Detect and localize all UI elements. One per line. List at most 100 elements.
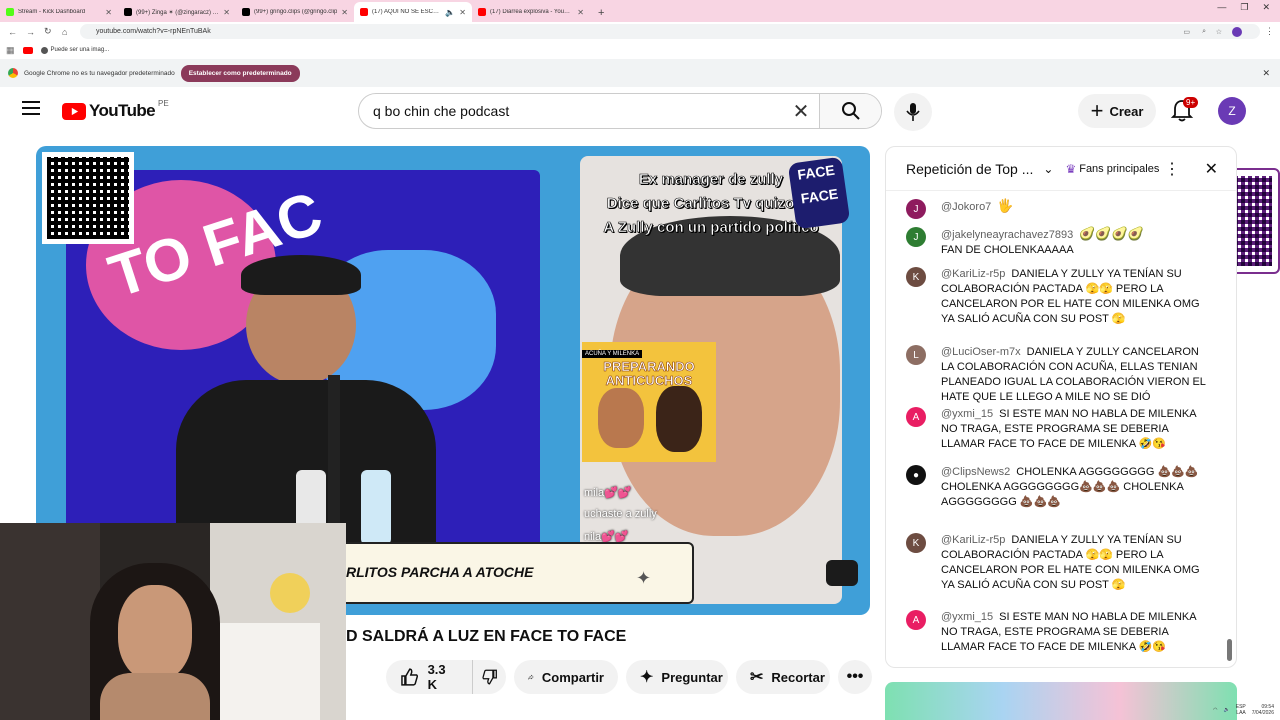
like-button[interactable]: 3.3 K bbox=[386, 660, 472, 694]
chat-avatar[interactable]: J bbox=[906, 227, 926, 247]
youtube-favicon-icon bbox=[360, 8, 368, 16]
browser-tab[interactable]: Stream - Kick Dashboard ✕ bbox=[0, 2, 118, 22]
youtube-favicon-icon bbox=[478, 8, 486, 16]
tab-title: (99+) Zinga ✶ (@zingaracz) | Ti bbox=[136, 9, 220, 16]
create-button[interactable]: + Crear bbox=[1078, 94, 1156, 128]
chat-message-body: @yxmi_15 SI ESTE MAN NO HABLA DE MILENKA … bbox=[941, 407, 1206, 452]
share-icon bbox=[528, 674, 534, 680]
bookmark-item[interactable]: Puede ser una imag... bbox=[40, 46, 109, 54]
chat-message: L @LuciOser-m7x DANIELA Y ZULLY CANCELARON… bbox=[906, 345, 1206, 405]
chat-author[interactable]: @KariLiz-r5p bbox=[941, 268, 1005, 280]
chat-avatar[interactable]: A bbox=[906, 610, 926, 630]
ask-button[interactable]: ✦ Preguntar bbox=[626, 660, 728, 694]
close-tab-icon[interactable]: ✕ bbox=[105, 8, 112, 17]
chat-author[interactable]: @KariLiz-r5p bbox=[941, 534, 1005, 546]
default-browser-infobar: Google Chrome no es tu navegador predete… bbox=[0, 59, 1280, 87]
share-button[interactable]: Compartir bbox=[514, 660, 618, 694]
tiktok-favicon-icon bbox=[124, 8, 132, 16]
chat-avatar[interactable]: ● bbox=[906, 465, 926, 485]
chat-message-body: @Jokoro7 🖐️ bbox=[941, 199, 1206, 215]
channel-watermark-icon bbox=[826, 560, 858, 586]
close-tab-icon[interactable]: ✕ bbox=[341, 8, 348, 17]
youtube-logo[interactable]: YouTube PE bbox=[62, 99, 169, 121]
chat-author[interactable]: @yxmi_15 bbox=[941, 611, 993, 623]
search-button[interactable] bbox=[819, 94, 881, 128]
clear-search-icon[interactable]: ✕ bbox=[783, 99, 819, 124]
speaker-icon[interactable]: 🔈 bbox=[445, 8, 455, 17]
chat-menu-icon[interactable]: ⋮ bbox=[1164, 159, 1180, 179]
browser-tab-active[interactable]: (17) AQUÍ NO SE ESCAPA N 🔈 ✕ bbox=[354, 2, 472, 22]
address-bar[interactable]: youtube.com/watch?v=-rpNEnTuBAk ▭ ⌕ ☆ bbox=[80, 24, 1260, 39]
search-box[interactable]: q bo chin che podcast ✕ bbox=[358, 93, 882, 129]
chat-avatar[interactable]: K bbox=[906, 533, 926, 553]
chat-avatar[interactable]: K bbox=[906, 267, 926, 287]
voice-search-button[interactable] bbox=[894, 93, 932, 131]
close-tab-icon[interactable]: ✕ bbox=[577, 8, 584, 17]
search-icon bbox=[841, 102, 860, 120]
close-chat-icon[interactable]: ✕ bbox=[1205, 159, 1218, 179]
chevron-down-icon[interactable]: ⌄ bbox=[1043, 162, 1053, 176]
menu-dots-icon[interactable]: ⋮ bbox=[1265, 26, 1274, 37]
close-window-icon[interactable]: ✕ bbox=[1262, 2, 1270, 13]
home-icon[interactable]: ⌂ bbox=[62, 27, 67, 37]
minimize-icon[interactable]: — bbox=[1217, 2, 1226, 13]
chat-header: Repetición de Top ... ⌄ ♛ Fans principal… bbox=[886, 147, 1236, 191]
chat-avatar[interactable]: J bbox=[906, 199, 926, 219]
apps-grid-icon[interactable]: ▦ bbox=[6, 45, 15, 56]
cast-icon[interactable]: ▭ bbox=[1183, 28, 1190, 36]
clock[interactable]: 09:54 7/04/2026 bbox=[1252, 704, 1274, 716]
hamburger-menu-icon[interactable] bbox=[22, 101, 40, 115]
chrome-logo-icon bbox=[8, 68, 18, 78]
browser-tab[interactable]: (17) Diarrea explosiva - YouTub ✕ bbox=[472, 2, 590, 22]
more-actions-button[interactable]: ••• bbox=[838, 660, 872, 694]
sparkle-icon: ✦ bbox=[640, 669, 654, 686]
chat-author[interactable]: @yxmi_15 bbox=[941, 408, 993, 420]
live-chat-panel: Repetición de Top ... ⌄ ♛ Fans principal… bbox=[885, 146, 1237, 668]
profile-icon[interactable] bbox=[1232, 27, 1242, 37]
face-to-face-logo: FACE FACE bbox=[787, 156, 851, 230]
chat-author[interactable]: @Jokoro7 bbox=[941, 201, 991, 213]
fans-filter[interactable]: Fans principales bbox=[1079, 163, 1159, 175]
plus-icon: + bbox=[1090, 98, 1104, 123]
chat-mode-dropdown[interactable]: Repetición de Top ... bbox=[906, 161, 1033, 177]
youtube-bookmark-icon[interactable] bbox=[22, 46, 33, 54]
chat-message-body: @LuciOser-m7x DANIELA Y ZULLY CANCELARON … bbox=[941, 345, 1206, 405]
back-icon[interactable]: ← bbox=[8, 27, 17, 37]
water-bottle bbox=[361, 470, 391, 545]
reload-icon[interactable]: ↻ bbox=[44, 26, 52, 37]
chat-author[interactable]: @ClipsNews2 bbox=[941, 466, 1010, 478]
clip-button[interactable]: ✂ Recortar bbox=[736, 660, 830, 694]
chat-message: A @yxmi_15 SI ESTE MAN NO HABLA DE MILENKA… bbox=[906, 407, 1206, 452]
more-dots-icon: ••• bbox=[846, 668, 864, 685]
bookmarks-bar: ▦ Puede ser una imag... bbox=[0, 41, 1280, 59]
search-input[interactable]: q bo chin che podcast bbox=[359, 103, 783, 119]
chat-scrollbar[interactable] bbox=[1227, 639, 1232, 661]
chat-author[interactable]: @LuciOser-m7x bbox=[941, 346, 1021, 358]
scissors-icon: ✂ bbox=[750, 669, 764, 686]
close-tab-icon[interactable]: ✕ bbox=[459, 8, 466, 17]
tab-title: Stream - Kick Dashboard bbox=[18, 9, 86, 15]
chat-avatar[interactable]: A bbox=[906, 407, 926, 427]
new-tab-icon[interactable]: + bbox=[590, 7, 612, 22]
account-avatar[interactable]: Z bbox=[1218, 97, 1246, 125]
chat-message: K @KariLiz-r5p DANIELA Y ZULLY YA TENÍAN S… bbox=[906, 533, 1206, 593]
chat-message: J @Jokoro7 🖐️ bbox=[906, 199, 1206, 219]
dislike-button[interactable] bbox=[472, 660, 506, 694]
browser-tab[interactable]: (99+) gringo.clips (@gringo.clip ✕ bbox=[236, 2, 354, 22]
chat-message: A @yxmi_15 SI ESTE MAN NO HABLA DE MILENKA… bbox=[906, 610, 1206, 655]
forward-icon[interactable]: → bbox=[26, 27, 35, 37]
set-default-button[interactable]: Establecer como predeterminado bbox=[180, 64, 300, 82]
zoom-icon[interactable]: ⌕ bbox=[1202, 28, 1206, 36]
microphone-icon bbox=[906, 103, 920, 121]
browser-tab[interactable]: (99+) Zinga ✶ (@zingaracz) | Ti ✕ bbox=[118, 2, 236, 22]
close-infobar-icon[interactable]: ✕ bbox=[1262, 68, 1270, 79]
wifi-icon: ◠ bbox=[1213, 707, 1218, 713]
chat-avatar[interactable]: L bbox=[906, 345, 926, 365]
language-indicator[interactable]: ESP LAA bbox=[1236, 704, 1246, 716]
chat-author[interactable]: @jakelyneayrachavez7893 bbox=[941, 229, 1073, 241]
maximize-icon[interactable]: ❐ bbox=[1240, 2, 1248, 13]
bookmark-star-icon[interactable]: ☆ bbox=[1216, 28, 1222, 36]
youtube-header: YouTube PE q bo chin che podcast ✕ + Cre… bbox=[0, 87, 1280, 135]
close-tab-icon[interactable]: ✕ bbox=[223, 8, 230, 17]
chat-message: K @KariLiz-r5p DANIELA Y ZULLY YA TENÍAN S… bbox=[906, 267, 1206, 327]
